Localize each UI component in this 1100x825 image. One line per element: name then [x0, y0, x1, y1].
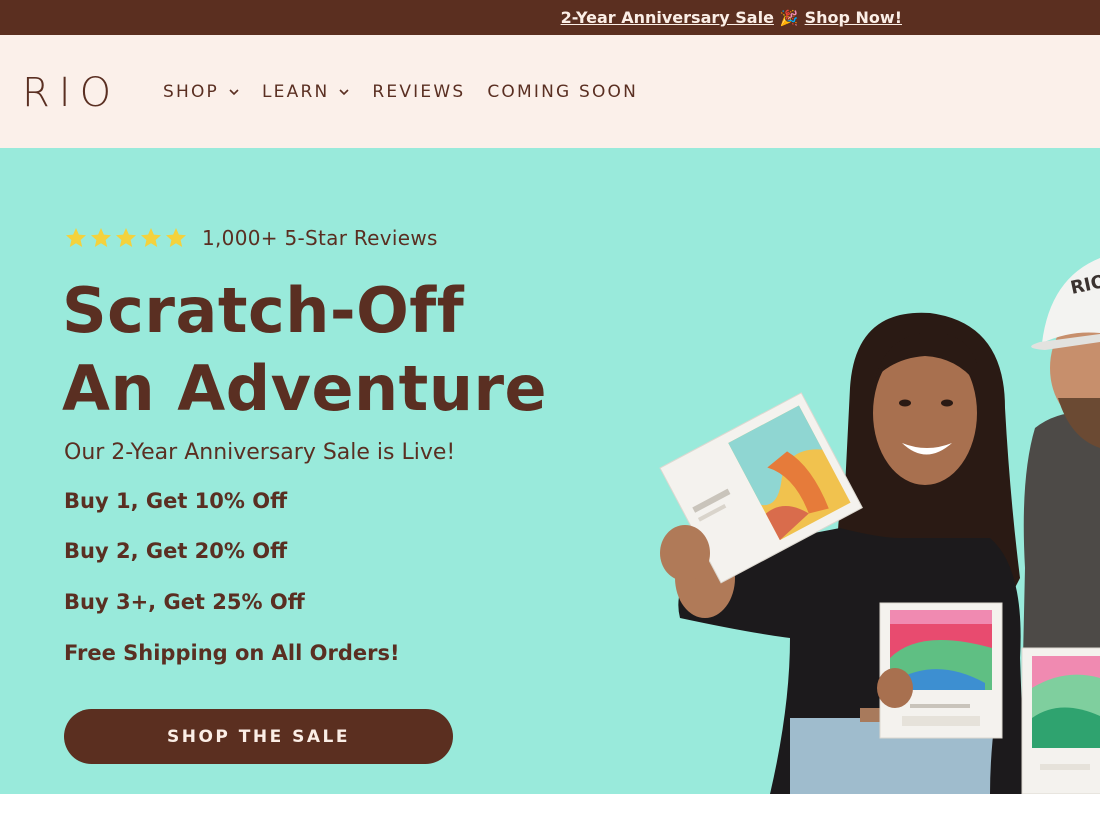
chevron-down-icon	[339, 88, 349, 95]
nav-shop-label: SHOP	[163, 81, 220, 102]
headline-line-1: Scratch-Off	[62, 274, 465, 347]
star-icon	[66, 228, 86, 247]
announcement-bar: 2-Year Anniversary Sale 🎉 Shop Now!	[0, 0, 1100, 35]
hero-subhead: Our 2-Year Anniversary Sale is Live!	[64, 440, 456, 465]
announcement-text: 2-Year Anniversary Sale	[560, 8, 774, 27]
announcement-shop-now: Shop Now!	[804, 8, 902, 27]
party-popper-icon: 🎉	[779, 9, 799, 27]
product-box	[1021, 647, 1100, 794]
hero-headline: Scratch-Off An Adventure	[62, 272, 582, 428]
page-below-fold	[0, 794, 1100, 825]
announcement-link[interactable]: 2-Year Anniversary Sale 🎉 Shop Now!	[561, 8, 902, 27]
hero-section: 1,000+ 5-Star Reviews Scratch-Off An Adv…	[0, 148, 1100, 794]
offer-item: Buy 3+, Get 25% Off	[64, 590, 305, 614]
main-nav: SHOP LEARN REVIEWS COMING SOON	[163, 35, 660, 148]
logo[interactable]: RIO	[22, 72, 124, 112]
rating-text: 1,000+ 5-Star Reviews	[202, 226, 438, 250]
hero-photo: RIO	[659, 258, 1100, 794]
nav-learn[interactable]: LEARN	[262, 82, 350, 102]
rating-summary: 1,000+ 5-Star Reviews	[64, 226, 438, 250]
nav-coming-soon[interactable]: COMING SOON	[487, 82, 638, 102]
star-icon	[91, 228, 111, 247]
star-rating	[64, 226, 189, 250]
rio-logo-icon: RIO	[22, 72, 120, 112]
site-header: RIO SHOP LEARN REVIEWS COMING SOON	[0, 35, 1100, 148]
offer-item: Buy 2, Get 20% Off	[64, 539, 288, 563]
star-icon	[116, 228, 136, 247]
offer-item: Buy 1, Get 10% Off	[64, 489, 288, 513]
nav-learn-label: LEARN	[262, 81, 330, 102]
nav-reviews[interactable]: REVIEWS	[372, 82, 465, 102]
shop-the-sale-button[interactable]: SHOP THE SALE	[64, 709, 453, 764]
nav-coming-soon-label: COMING SOON	[487, 81, 639, 102]
nav-reviews-label: REVIEWS	[372, 81, 466, 102]
offer-item: Free Shipping on All Orders!	[64, 641, 400, 665]
headline-line-2: An Adventure	[62, 352, 548, 425]
star-icon	[166, 228, 186, 247]
logo-text: RIO	[22, 72, 120, 112]
nav-shop[interactable]: SHOP	[163, 82, 240, 102]
star-icon	[141, 228, 161, 247]
chevron-down-icon	[229, 88, 239, 95]
